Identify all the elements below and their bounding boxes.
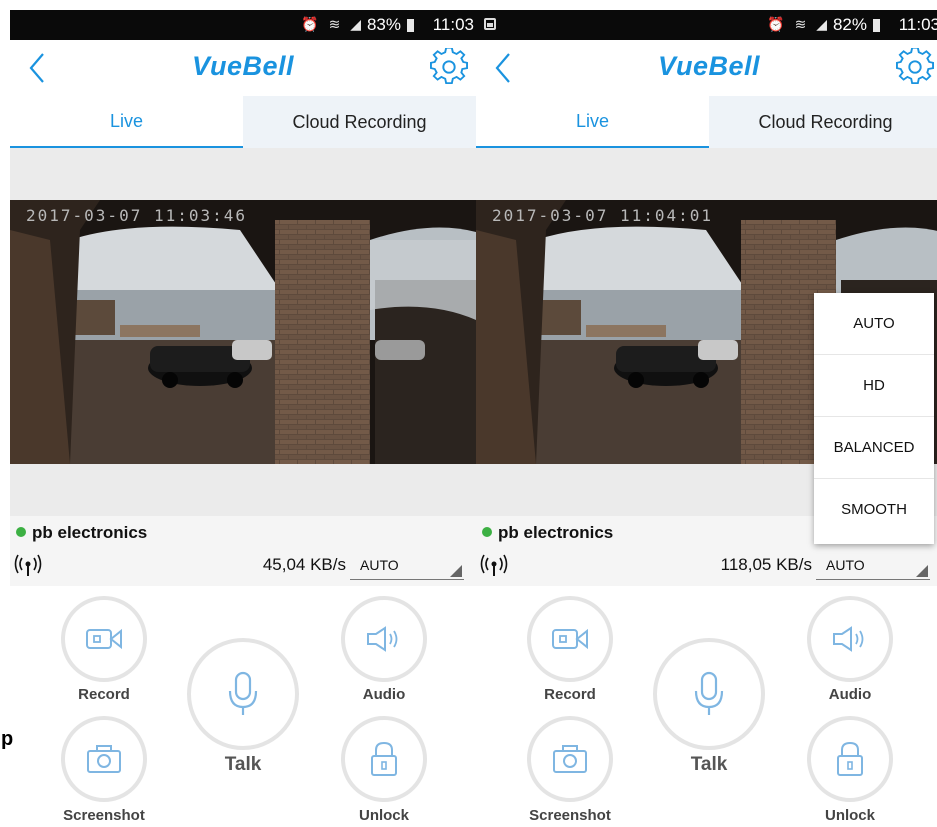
phone-screen-right: ⏰ ≋ ◢ 82% 11:03 VueBell Live Cloud Recor… xyxy=(476,0,937,827)
talk-label: Talk xyxy=(690,754,728,775)
bitrate-readout: 45,04 KB/s xyxy=(262,555,346,574)
microphone-icon xyxy=(228,671,258,715)
gear-icon[interactable] xyxy=(430,48,468,86)
speaker-icon xyxy=(833,626,864,652)
lock-icon xyxy=(371,741,397,776)
clock: 11:03 xyxy=(898,15,937,34)
quality-dropdown-menu: AUTO HD BALANCED SMOOTH xyxy=(814,293,934,544)
video-top-spacer xyxy=(476,148,937,200)
live-video-feed[interactable]: 2017-03-07 11:03:46 xyxy=(10,200,476,464)
video-top-spacer xyxy=(10,148,476,200)
lock-icon xyxy=(837,741,863,776)
battery-percent: 82% xyxy=(832,15,867,34)
unlock-label: Unlock xyxy=(358,807,409,824)
camera-icon xyxy=(553,745,587,773)
clock: 11:03 xyxy=(432,15,474,34)
app-header: VueBell xyxy=(10,40,476,96)
bitrate-readout: 118,05 KB/s xyxy=(720,555,812,574)
camera-frame xyxy=(10,200,476,464)
tab-cloud-recording[interactable]: Cloud Recording xyxy=(243,96,476,148)
quality-value: AUTO xyxy=(360,557,399,573)
quality-option-smooth[interactable]: SMOOTH xyxy=(814,479,934,541)
signal-icon xyxy=(14,554,42,576)
microphone-icon xyxy=(694,671,724,715)
camera-icon xyxy=(87,745,121,773)
quality-option-hd[interactable]: HD xyxy=(814,355,934,417)
quality-select[interactable]: AUTO xyxy=(350,554,464,580)
speaker-icon xyxy=(367,626,398,652)
quality-select[interactable]: AUTO xyxy=(816,554,930,580)
audio-label: Audio xyxy=(362,686,406,703)
battery-icon xyxy=(873,19,880,32)
online-status-dot xyxy=(16,527,26,537)
audio-label: Audio xyxy=(828,686,872,703)
status-icons: ⏰ ≋ ◢ xyxy=(767,16,830,32)
tab-live[interactable]: Live xyxy=(10,96,243,148)
tab-live[interactable]: Live xyxy=(476,96,709,148)
gear-icon[interactable] xyxy=(896,48,934,86)
record-label: Record xyxy=(78,686,130,703)
talk-label: Talk xyxy=(224,754,262,775)
video-camera-icon xyxy=(552,628,588,650)
video-timestamp: 2017-03-07 11:03:46 xyxy=(26,206,248,225)
audio-button[interactable] xyxy=(807,596,893,682)
phone-screen-left: ⏰ ≋ ◢ 83% 11:03 VueBell Live Cloud Recor… xyxy=(10,0,476,827)
video-camera-icon xyxy=(86,628,122,650)
tab-cloud-recording[interactable]: Cloud Recording xyxy=(709,96,937,148)
gallery-notification-icon xyxy=(484,18,496,30)
video-bottom-spacer xyxy=(10,464,476,516)
unlock-button[interactable] xyxy=(341,716,427,802)
screenshot-label: Screenshot xyxy=(63,807,145,824)
dropdown-arrow-icon xyxy=(916,565,928,577)
dropdown-arrow-icon xyxy=(450,565,462,577)
record-label: Record xyxy=(544,686,596,703)
control-panel: Record Audio Talk Screenshot Unlock xyxy=(10,586,476,827)
tab-bar: Live Cloud Recording xyxy=(10,96,476,148)
quality-option-auto[interactable]: AUTO xyxy=(814,293,934,355)
video-timestamp: 2017-03-07 11:04:01 xyxy=(492,206,714,225)
device-info-bar: pb electronics 45,04 KB/s AUTO xyxy=(10,516,476,586)
brand-logo: VueBell xyxy=(191,51,295,81)
record-button[interactable] xyxy=(61,596,147,682)
talk-button[interactable] xyxy=(653,638,765,750)
quality-option-balanced[interactable]: BALANCED xyxy=(814,417,934,479)
talk-button[interactable] xyxy=(187,638,299,750)
control-panel: Record Audio Talk Screenshot Unlock xyxy=(476,586,937,827)
status-bar: ⏰ ≋ ◢ 83% 11:03 xyxy=(10,10,476,40)
online-status-dot xyxy=(482,527,492,537)
unlock-label: Unlock xyxy=(824,807,875,824)
app-header: VueBell xyxy=(476,40,937,96)
edge-text-fragment: p xyxy=(1,728,14,750)
screenshot-label: Screenshot xyxy=(529,807,611,824)
brand-logo: VueBell xyxy=(657,51,761,81)
tab-bar: Live Cloud Recording xyxy=(476,96,937,148)
audio-button[interactable] xyxy=(341,596,427,682)
screenshot-button[interactable] xyxy=(61,716,147,802)
unlock-button[interactable] xyxy=(807,716,893,802)
battery-percent: 83% xyxy=(366,15,401,34)
status-bar: ⏰ ≋ ◢ 82% 11:03 xyxy=(476,10,937,40)
device-name: pb electronics xyxy=(32,523,148,542)
quality-value: AUTO xyxy=(826,557,865,573)
record-button[interactable] xyxy=(527,596,613,682)
battery-icon xyxy=(407,19,414,32)
status-icons: ⏰ ≋ ◢ xyxy=(301,16,364,32)
screenshot-button[interactable] xyxy=(527,716,613,802)
device-name: pb electronics xyxy=(498,523,614,542)
signal-icon xyxy=(480,554,508,576)
